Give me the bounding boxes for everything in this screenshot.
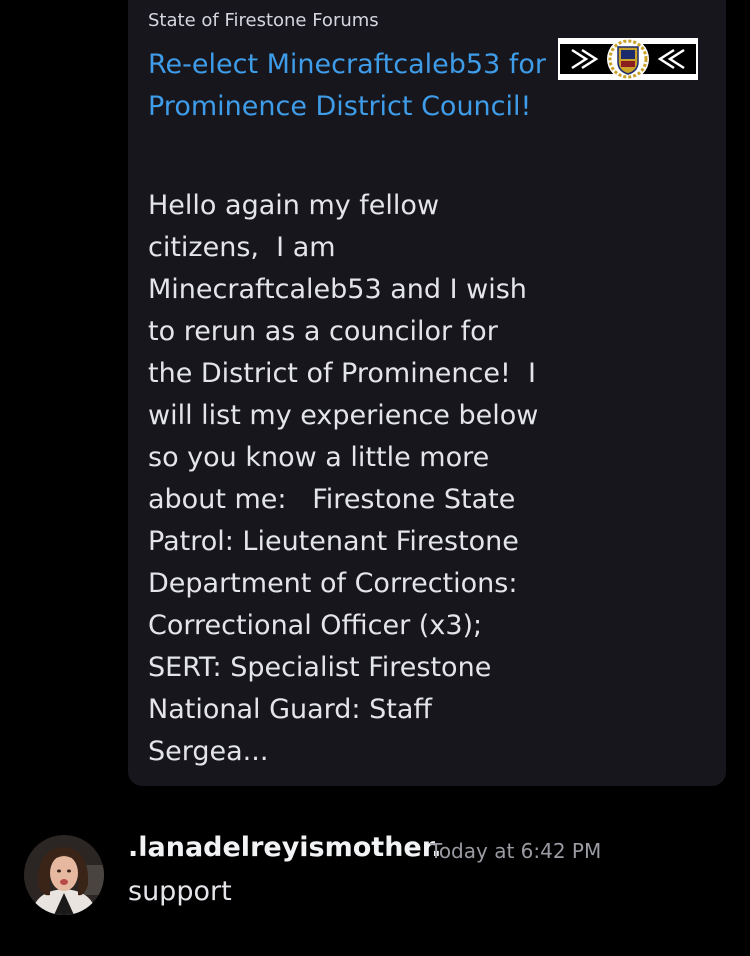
firestone-seal-icon [558,38,698,80]
embed-provider: State of Firestone Forums [148,10,379,31]
link-embed-card: State of Firestone Forums Re-elect Minec… [128,0,726,786]
message-text: support [128,876,232,907]
embed-thumbnail[interactable] [558,38,698,80]
chat-view: State of Firestone Forums Re-elect Minec… [0,0,750,956]
chat-message: .lanadelreyismother. Today at 6:42 PM su… [0,820,750,940]
embed-description: Hello again my fellow citizens, I am Min… [148,190,547,767]
message-timestamp: Today at 6:42 PM [430,839,602,863]
message-username[interactable]: .lanadelreyismother. [128,832,441,863]
embed-title-link[interactable]: Re-elect Minecraftcaleb53 for Prominence… [148,44,548,128]
user-avatar[interactable] [24,835,104,915]
avatar-icon [24,835,104,915]
